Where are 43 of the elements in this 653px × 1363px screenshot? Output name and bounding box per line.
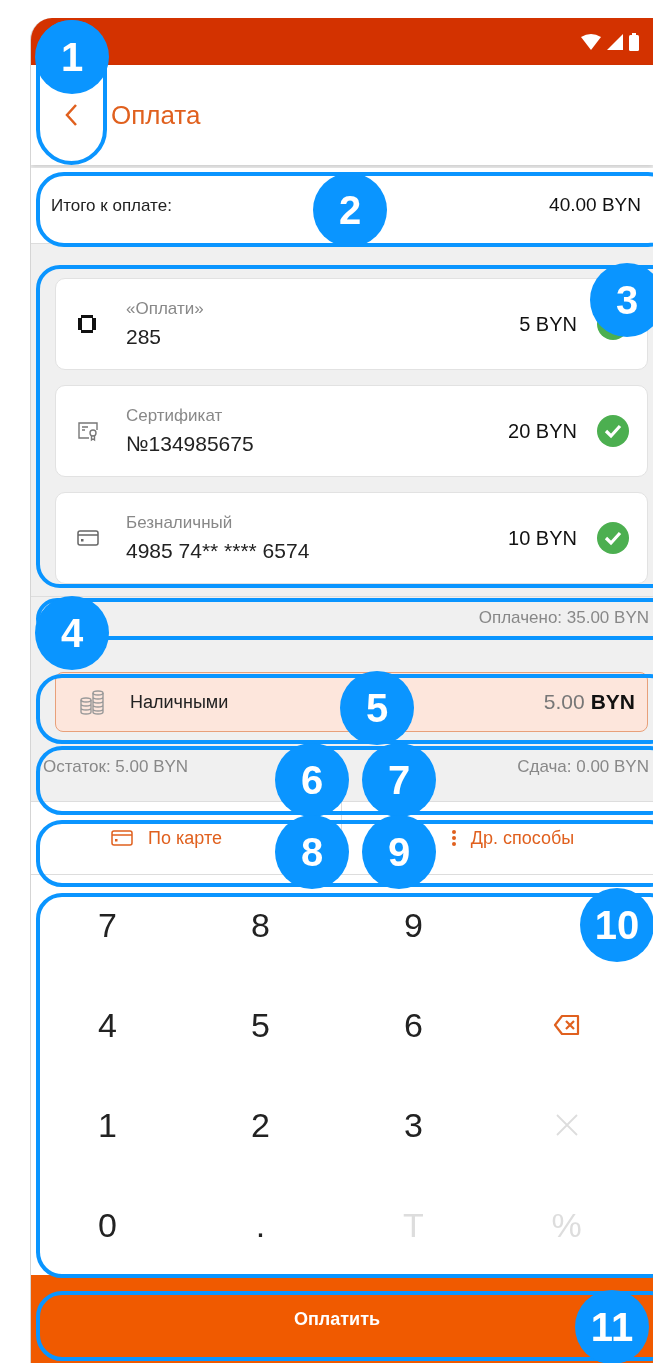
payment-type: Безналичный [126, 511, 234, 534]
keypad-key[interactable]: 2 [228, 1093, 293, 1157]
change-amount: Сдача: 0.00 BYN [517, 756, 649, 778]
payment-method-button[interactable]: Др. способы [450, 820, 575, 856]
keypad-key[interactable]: 5 [228, 993, 293, 1057]
signal-icon [607, 33, 623, 50]
remainder-amount: Остаток: 5.00 BYN [43, 756, 189, 778]
paid-amount: Оплачено: 35.00 BYN [478, 607, 649, 630]
cash-currency: BYN [590, 689, 635, 716]
keypad-key[interactable]: 3 [381, 1093, 446, 1157]
payment-card[interactable]: Сертификат №134985675 20 BYN [55, 385, 648, 477]
credit-card-icon [76, 528, 100, 548]
payment-number: 285 [126, 324, 163, 350]
total-label: Итого к оплате: [51, 194, 172, 217]
battery-icon [629, 32, 639, 51]
payment-amount: 20 BYN [508, 419, 577, 444]
payment-type: Сертификат [126, 404, 224, 427]
wifi-icon [581, 33, 601, 50]
keypad-key[interactable]: 1 [75, 1093, 140, 1157]
square-frame-icon [76, 313, 98, 335]
payment-number: №134985675 [126, 431, 255, 457]
payment-amount: 10 BYN [508, 526, 577, 551]
keypad-key[interactable]: . [228, 1193, 293, 1257]
keypad-key[interactable]: 8 [228, 893, 293, 957]
credit-card-icon [110, 828, 135, 848]
back-chevron-icon [64, 103, 78, 127]
payment-number: 4985 74** **** 6574 [126, 538, 311, 564]
cash-label: Наличными [130, 690, 229, 714]
keypad-key[interactable]: 6 [381, 993, 446, 1057]
payment-type: «Оплати» [126, 297, 205, 320]
payment-method-button[interactable]: По карте [110, 820, 222, 856]
keypad-key[interactable]: 0 [75, 1193, 140, 1257]
total-amount: 40.00 BYN [549, 193, 641, 218]
payment-amount: 5 BYN [519, 312, 577, 337]
certificate-icon [76, 419, 100, 443]
keypad-key[interactable]: 9 [381, 893, 446, 957]
page-title: Оплата [111, 98, 201, 132]
keypad-key[interactable]: 4 [75, 993, 140, 1057]
payment-card[interactable]: Безналичный 4985 74** **** 6574 10 BYN [55, 492, 648, 584]
cash-amount: 5.00 [543, 689, 585, 716]
keypad-key[interactable]: 7 [75, 893, 140, 957]
more-vertical-icon [450, 828, 457, 848]
coins-stack-icon [78, 689, 106, 715]
